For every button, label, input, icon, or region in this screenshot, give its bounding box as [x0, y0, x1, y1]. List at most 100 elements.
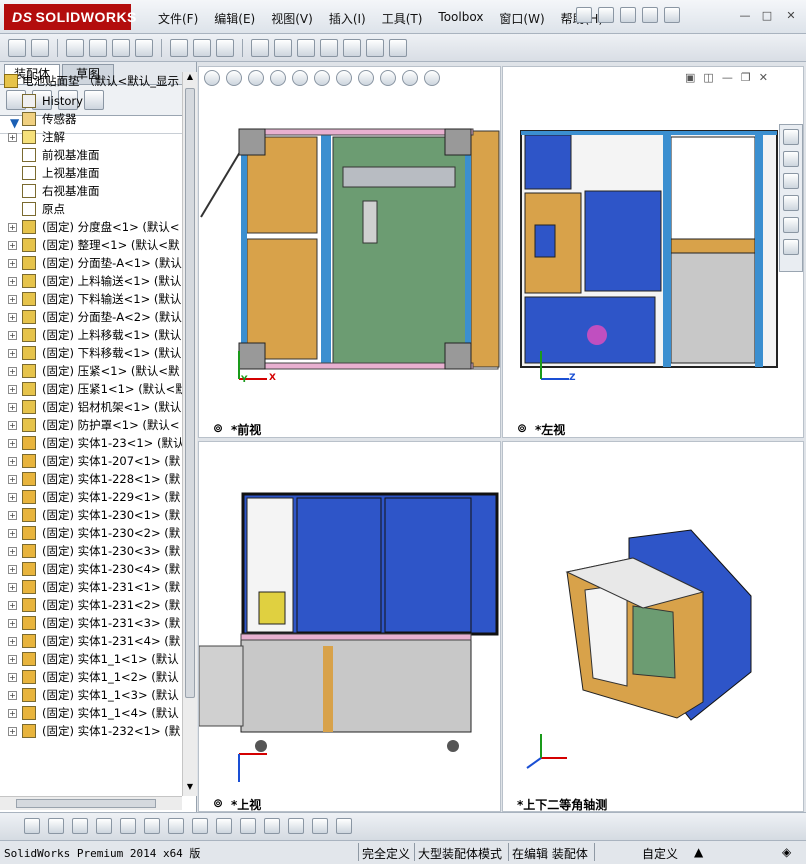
spline-icon[interactable]	[144, 818, 160, 834]
menu-tools[interactable]: 工具(T)	[374, 10, 431, 27]
mirror-icon[interactable]	[168, 818, 184, 834]
solidworks-logo[interactable]: DS SOLIDWORKS	[4, 4, 136, 30]
expand-toggle-icon[interactable]: +	[8, 403, 17, 412]
tree-item[interactable]: + (固定) 实体1-231<2> (默	[0, 596, 182, 614]
viewport-isometric[interactable]: *上下二等角轴测	[502, 441, 804, 812]
restore-button[interactable]: □	[760, 10, 774, 22]
menu-view[interactable]: 视图(V)	[263, 10, 321, 27]
scroll-down-icon[interactable]: ▼	[183, 782, 197, 796]
expand-toggle-icon[interactable]: +	[8, 277, 17, 286]
single-viewport-icon[interactable]	[312, 818, 328, 834]
dimension-icon[interactable]	[240, 818, 256, 834]
viewport-restore-button[interactable]: ❐	[741, 71, 751, 84]
tree-item[interactable]: + (固定) 铝材机架<1> (默认	[0, 398, 182, 416]
tree-item[interactable]: + (固定) 实体1-232<1> (默	[0, 722, 182, 740]
single-view-icon[interactable]: ▣	[685, 71, 695, 84]
tree-item[interactable]: + (固定) 实体1-230<4> (默	[0, 560, 182, 578]
tree-item[interactable]: + (固定) 实体1-231<3> (默	[0, 614, 182, 632]
tree-item[interactable]: + (固定) 压紧1<1> (默认<默	[0, 380, 182, 398]
expand-toggle-icon[interactable]: +	[8, 475, 17, 484]
dynamic-annotation-icon[interactable]	[292, 70, 308, 86]
tree-item[interactable]: + (固定) 上料移载<1> (默认	[0, 326, 182, 344]
expand-toggle-icon[interactable]: +	[8, 511, 17, 520]
help-question-icon[interactable]	[664, 7, 680, 23]
reference-geometry-icon[interactable]	[216, 38, 234, 57]
expand-toggle-icon[interactable]: +	[8, 349, 17, 358]
expand-toggle-icon[interactable]: +	[8, 727, 17, 736]
tree-item[interactable]: + (固定) 实体1_1<2> (默认	[0, 668, 182, 686]
point-icon[interactable]	[24, 818, 40, 834]
expand-toggle-icon[interactable]: +	[8, 367, 17, 376]
apply-scene-icon[interactable]	[402, 70, 418, 86]
expand-toggle-icon[interactable]: +	[8, 529, 17, 538]
expand-toggle-icon[interactable]: +	[8, 295, 17, 304]
menu-toolbox[interactable]: Toolbox	[430, 10, 491, 27]
status-units-custom[interactable]: 自定义	[642, 845, 678, 862]
units-dropdown-icon[interactable]: ▲	[694, 845, 703, 859]
expand-toggle-icon[interactable]: +	[8, 313, 17, 322]
tree-item[interactable]: + 注解	[0, 128, 182, 146]
close-button[interactable]: ✕	[784, 10, 798, 22]
tree-item[interactable]: + (固定) 实体1_1<4> (默认	[0, 704, 182, 722]
speedpak-icon[interactable]	[366, 38, 384, 57]
viewport-left[interactable]: Z ⊚ *左视 ▣ ◫ — ❐ ✕	[502, 66, 804, 438]
show-hidden-icon[interactable]	[170, 38, 188, 57]
file-explorer-icon[interactable]	[783, 173, 799, 189]
expand-toggle-icon[interactable]: +	[8, 673, 17, 682]
hide-show-items-icon[interactable]	[358, 70, 374, 86]
tree-item[interactable]: + (固定) 实体1-23<1> (默认	[0, 434, 182, 452]
tree-item[interactable]: + (固定) 实体1_1<3> (默认	[0, 686, 182, 704]
insert-component-icon[interactable]	[8, 38, 26, 57]
tree-item[interactable]: History	[0, 92, 182, 110]
edit-appearance-icon[interactable]	[380, 70, 396, 86]
expand-toggle-icon[interactable]: +	[8, 259, 17, 268]
expand-toggle-icon[interactable]: +	[8, 637, 17, 646]
tree-item[interactable]: 原点	[0, 200, 182, 218]
expand-toggle-icon[interactable]: +	[8, 421, 17, 430]
expand-toggle-icon[interactable]: +	[8, 601, 17, 610]
expand-toggle-icon[interactable]: +	[8, 565, 17, 574]
view-orientation-icon[interactable]	[314, 70, 330, 86]
previous-view-icon[interactable]	[248, 70, 264, 86]
open-folder-icon[interactable]	[620, 7, 636, 23]
four-viewport-icon[interactable]	[336, 818, 352, 834]
tree-scrollbar-vertical[interactable]: ▲ ▼	[182, 72, 197, 796]
tree-item[interactable]: + (固定) 实体1-230<2> (默	[0, 524, 182, 542]
menu-edit[interactable]: 编辑(E)	[206, 10, 263, 27]
tree-item[interactable]: + (固定) 分面垫-A<1> (默认	[0, 254, 182, 272]
grid-icon[interactable]	[216, 818, 232, 834]
smart-fasteners-icon[interactable]	[112, 38, 130, 57]
tree-item[interactable]: + (固定) 实体1-229<1> (默	[0, 488, 182, 506]
tree-item[interactable]: + (固定) 实体1-230<1> (默	[0, 506, 182, 524]
design-library-icon[interactable]	[783, 151, 799, 167]
trim-icon[interactable]	[96, 818, 112, 834]
viewport-link-icon[interactable]: ⊚	[517, 421, 527, 435]
expand-toggle-icon[interactable]: +	[8, 493, 17, 502]
two-view-icon[interactable]: ◫	[703, 71, 713, 84]
tree-item[interactable]: + (固定) 实体1-228<1> (默	[0, 470, 182, 488]
expand-toggle-icon[interactable]: +	[8, 223, 17, 232]
tree-item[interactable]: + (固定) 下料移载<1> (默认	[0, 344, 182, 362]
tree-item[interactable]: + (固定) 分面垫-A<2> (默认	[0, 308, 182, 326]
assembly-features-icon[interactable]	[193, 38, 211, 57]
custom-properties-icon[interactable]	[783, 239, 799, 255]
menu-window[interactable]: 窗口(W)	[491, 10, 552, 27]
appearances-icon[interactable]	[783, 217, 799, 233]
new-document-icon[interactable]	[598, 7, 614, 23]
pin-icon[interactable]	[576, 7, 592, 23]
exploded-view-icon[interactable]	[274, 38, 292, 57]
mate-icon[interactable]	[66, 38, 84, 57]
tag-icon[interactable]: ◈	[782, 845, 791, 859]
expand-toggle-icon[interactable]: +	[8, 709, 17, 718]
viewport-link-icon[interactable]: ⊚	[213, 796, 223, 810]
tree-item[interactable]: 传感器	[0, 110, 182, 128]
menu-file[interactable]: 文件(F)	[150, 10, 206, 27]
tree-item[interactable]: + (固定) 实体1_1<1> (默认	[0, 650, 182, 668]
tree-item[interactable]: + (固定) 实体1-230<3> (默	[0, 542, 182, 560]
new-part-icon[interactable]	[31, 38, 49, 57]
scrollbar-thumb[interactable]	[185, 88, 195, 698]
line-icon[interactable]	[120, 818, 136, 834]
relation-icon[interactable]	[264, 818, 280, 834]
solidworks-resources-icon[interactable]	[783, 129, 799, 145]
move-component-icon[interactable]	[135, 38, 153, 57]
